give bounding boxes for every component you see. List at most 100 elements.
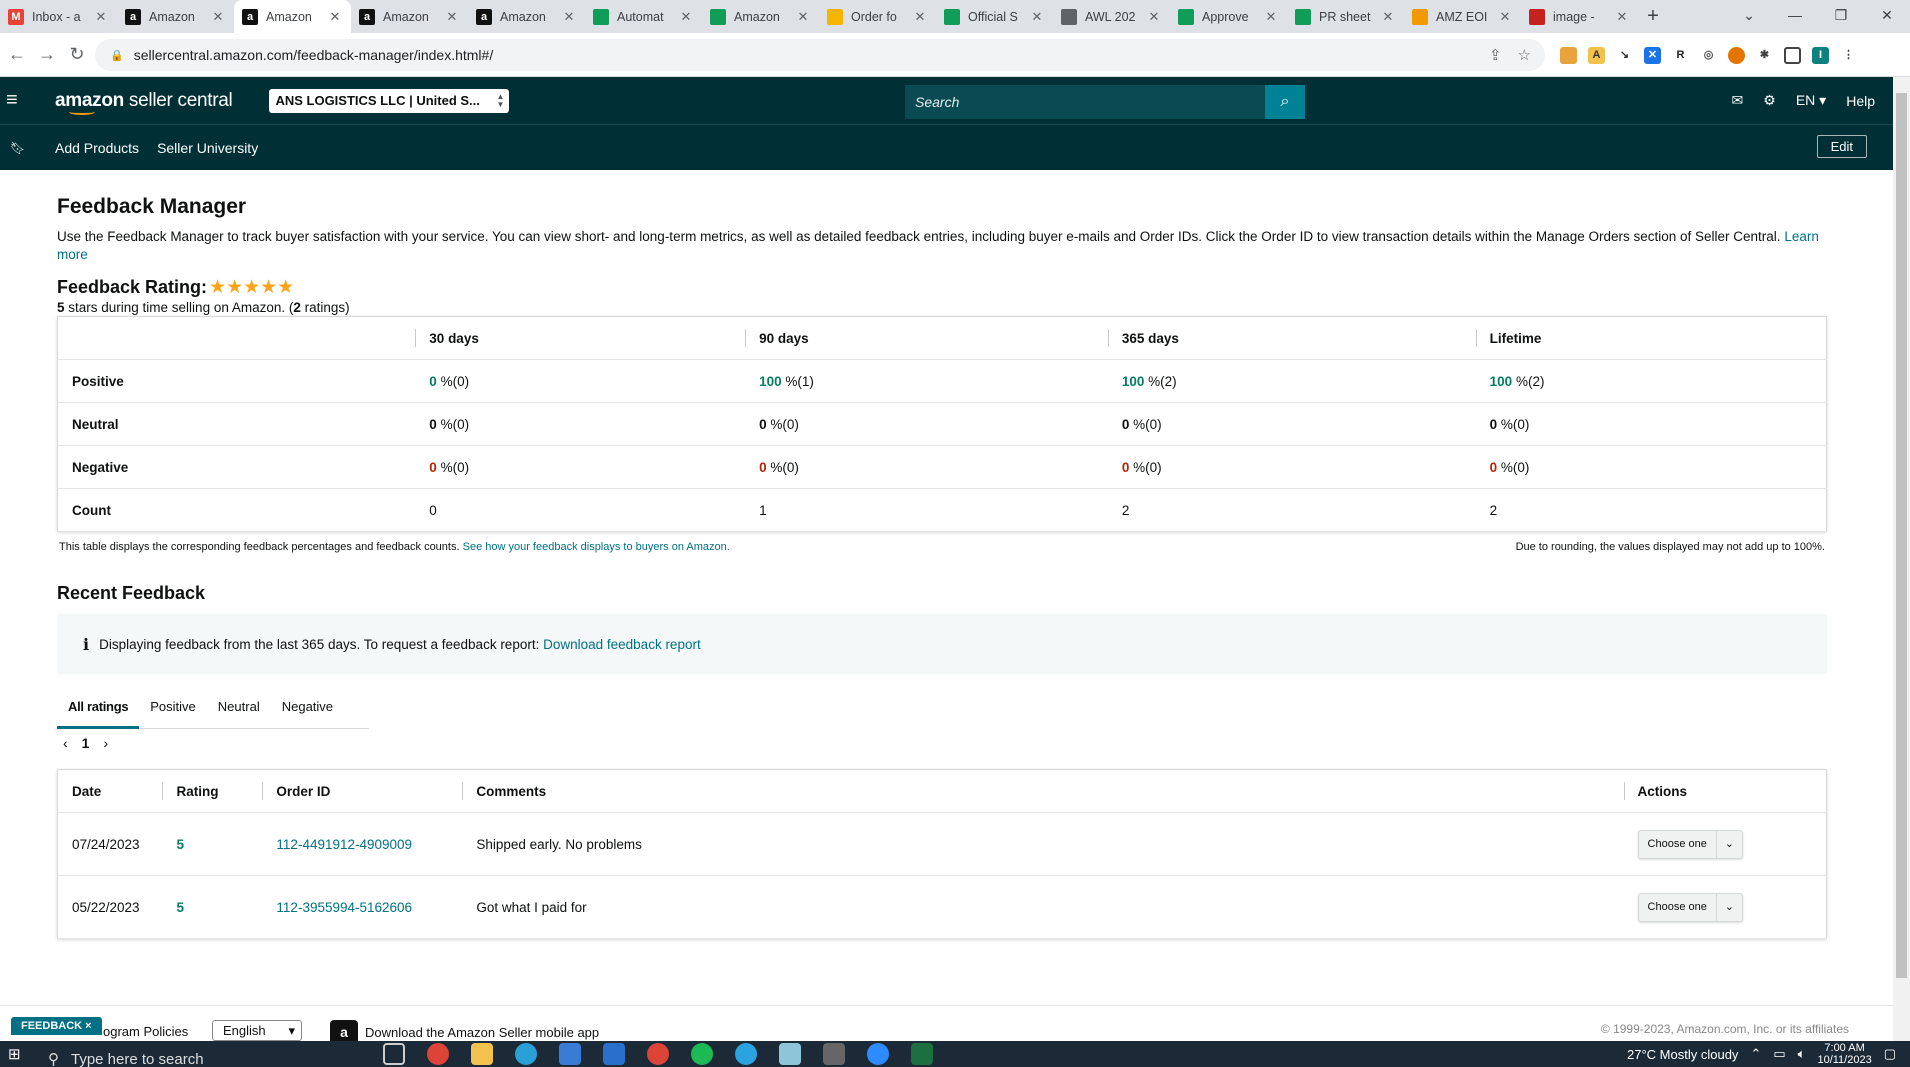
page-scrollbar[interactable] <box>1893 77 1910 1041</box>
share-icon[interactable]: ⇪ <box>1489 46 1502 64</box>
browser-tab[interactable]: Amazon ✕ <box>702 0 819 33</box>
browser-tab[interactable]: image - ✕ <box>1521 0 1638 33</box>
tab-neutral[interactable]: Neutral <box>207 684 271 729</box>
scrollbar-thumb[interactable] <box>1896 93 1907 978</box>
profile-avatar[interactable]: I <box>1812 46 1829 64</box>
tab-positive[interactable]: Positive <box>139 684 207 729</box>
search-input[interactable] <box>905 85 1265 119</box>
feedback-tab[interactable]: FEEDBACK × <box>11 1017 102 1035</box>
close-tab-icon[interactable]: ✕ <box>93 9 109 25</box>
new-tab-icon[interactable]: + <box>1638 5 1668 28</box>
telegram-icon[interactable] <box>735 1043 757 1065</box>
browser-tab[interactable]: AWL 202 ✕ <box>1053 0 1170 33</box>
calculator-icon[interactable] <box>823 1043 845 1065</box>
help-link[interactable]: Help <box>1846 93 1875 109</box>
browser-tab[interactable]: Approve ✕ <box>1170 0 1287 33</box>
extension-icon[interactable] <box>1728 46 1745 64</box>
browser-tab[interactable]: a Amazon ✕ <box>234 0 351 33</box>
page-number[interactable]: 1 <box>82 735 90 751</box>
extension-icon[interactable]: ◎ <box>1700 46 1717 64</box>
tab-search-icon[interactable]: ⌄ <box>1726 0 1772 33</box>
search-icon[interactable]: ⌕ <box>1265 85 1305 119</box>
account-switcher[interactable]: ANS LOGISTICS LLC | United S... ▲ ▼ <box>269 88 510 113</box>
tab-all-ratings[interactable]: All ratings <box>57 684 140 729</box>
close-tab-icon[interactable]: ✕ <box>210 9 226 25</box>
program-policies-link[interactable]: ogram Policies <box>103 1024 188 1039</box>
browser-tab[interactable]: Official S ✕ <box>936 0 1053 33</box>
chevron-down-icon[interactable]: ⌄ <box>1715 829 1742 859</box>
bookmark-icon[interactable]: 🔖︎ <box>10 141 25 155</box>
close-tab-icon[interactable]: ✕ <box>678 9 694 25</box>
extension-icon[interactable]: A <box>1588 46 1605 64</box>
tab-negative[interactable]: Negative <box>271 684 344 729</box>
taskbar-search[interactable]: ⚲ Type here to search <box>48 1041 338 1067</box>
close-tab-icon[interactable]: ✕ <box>1029 9 1045 25</box>
zoom-icon[interactable] <box>867 1043 889 1065</box>
url-bar[interactable]: 🔒 sellercentral.amazon.com/feedback-mana… <box>95 39 1545 71</box>
close-tab-icon[interactable]: ✕ <box>912 9 928 25</box>
extension-icon[interactable]: R <box>1672 46 1689 64</box>
mail-app-icon[interactable] <box>603 1043 625 1065</box>
browser-tab[interactable]: PR sheet ✕ <box>1287 0 1404 33</box>
chrome-active-icon[interactable] <box>647 1043 669 1065</box>
volume-icon[interactable]: 🔈︎ <box>1798 1046 1806 1062</box>
clock[interactable]: 7:00 AM 10/11/2023 <box>1817 1042 1871 1066</box>
chevron-down-icon[interactable]: ⌄ <box>1715 892 1742 922</box>
side-panel-icon[interactable] <box>1784 46 1801 64</box>
hamburger-menu-icon[interactable]: ≡ <box>6 89 34 112</box>
browser-tab[interactable]: a Amazon ✕ <box>468 0 585 33</box>
spotify-icon[interactable] <box>691 1043 713 1065</box>
file-explorer-icon[interactable] <box>471 1043 493 1065</box>
extension-icon[interactable] <box>1560 46 1577 64</box>
close-tab-icon[interactable]: ✕ <box>1614 9 1630 25</box>
task-view-icon[interactable] <box>383 1043 405 1065</box>
minimize-button[interactable]: — <box>1772 0 1818 33</box>
download-feedback-report-link[interactable]: Download feedback report <box>543 637 701 652</box>
notepad-icon[interactable] <box>779 1043 801 1065</box>
close-tab-icon[interactable]: ✕ <box>444 9 460 25</box>
seller-university-link[interactable]: Seller University <box>157 140 258 156</box>
windows-start-icon[interactable]: ⊞ <box>8 1045 28 1063</box>
next-page-icon[interactable]: › <box>103 735 108 751</box>
prev-page-icon[interactable]: ‹ <box>63 735 68 751</box>
reload-icon[interactable]: ↻ <box>62 44 92 65</box>
edit-button[interactable]: Edit <box>1816 135 1867 158</box>
choose-action-dropdown[interactable]: Choose one ⌄ <box>1637 892 1743 922</box>
browser-tab[interactable]: a Amazon ✕ <box>351 0 468 33</box>
download-app-link[interactable]: Download the Amazon Seller mobile app <box>365 1025 599 1040</box>
notifications-icon[interactable]: ▢ <box>1884 1046 1896 1062</box>
maximize-button[interactable]: ❐ <box>1818 0 1864 33</box>
buyer-display-link[interactable]: See how your feedback displays to buyers… <box>463 541 730 553</box>
chrome-icon[interactable] <box>427 1043 449 1065</box>
close-window-button[interactable]: ✕ <box>1864 0 1910 33</box>
seller-central-logo[interactable]: amazon seller central <box>55 90 233 115</box>
forward-icon[interactable]: → <box>32 44 62 65</box>
menu-icon[interactable]: ⋮ <box>1840 46 1857 64</box>
weather-widget[interactable]: 27°C Mostly cloudy <box>1627 1047 1738 1062</box>
close-tab-icon[interactable]: ✕ <box>561 9 577 25</box>
language-selector[interactable]: EN ▾ <box>1796 92 1826 109</box>
close-tab-icon[interactable]: ✕ <box>1146 9 1162 25</box>
browser-tab[interactable]: a Amazon ✕ <box>117 0 234 33</box>
tray-chevron-icon[interactable]: ⌃ <box>1750 1046 1761 1062</box>
order-id-link[interactable]: 112-4491912-4909009 <box>276 837 412 852</box>
extension-icon[interactable]: ✕ <box>1644 46 1661 64</box>
bookmark-star-icon[interactable]: ☆ <box>1518 46 1531 64</box>
close-tab-icon[interactable]: ✕ <box>327 9 343 25</box>
close-tab-icon[interactable]: ✕ <box>1497 9 1513 25</box>
browser-tab[interactable]: Automat ✕ <box>585 0 702 33</box>
gear-icon[interactable]: ⚙ <box>1763 92 1776 109</box>
mail-icon[interactable]: ✉ <box>1732 92 1744 109</box>
excel-icon[interactable] <box>911 1043 933 1065</box>
extension-icon[interactable]: ↘ <box>1616 46 1633 64</box>
close-tab-icon[interactable]: ✕ <box>1263 9 1279 25</box>
puzzle-icon[interactable]: ✱ <box>1756 46 1773 64</box>
edge-icon[interactable] <box>515 1043 537 1065</box>
browser-tab[interactable]: Order fo ✕ <box>819 0 936 33</box>
browser-tab[interactable]: M Inbox - a ✕ <box>0 0 117 33</box>
order-id-link[interactable]: 112-3955994-5162606 <box>276 900 412 915</box>
close-tab-icon[interactable]: ✕ <box>795 9 811 25</box>
footer-language-select[interactable]: English ▾ <box>212 1020 302 1041</box>
close-tab-icon[interactable]: ✕ <box>1380 9 1396 25</box>
network-icon[interactable]: ▭ <box>1773 1046 1785 1062</box>
